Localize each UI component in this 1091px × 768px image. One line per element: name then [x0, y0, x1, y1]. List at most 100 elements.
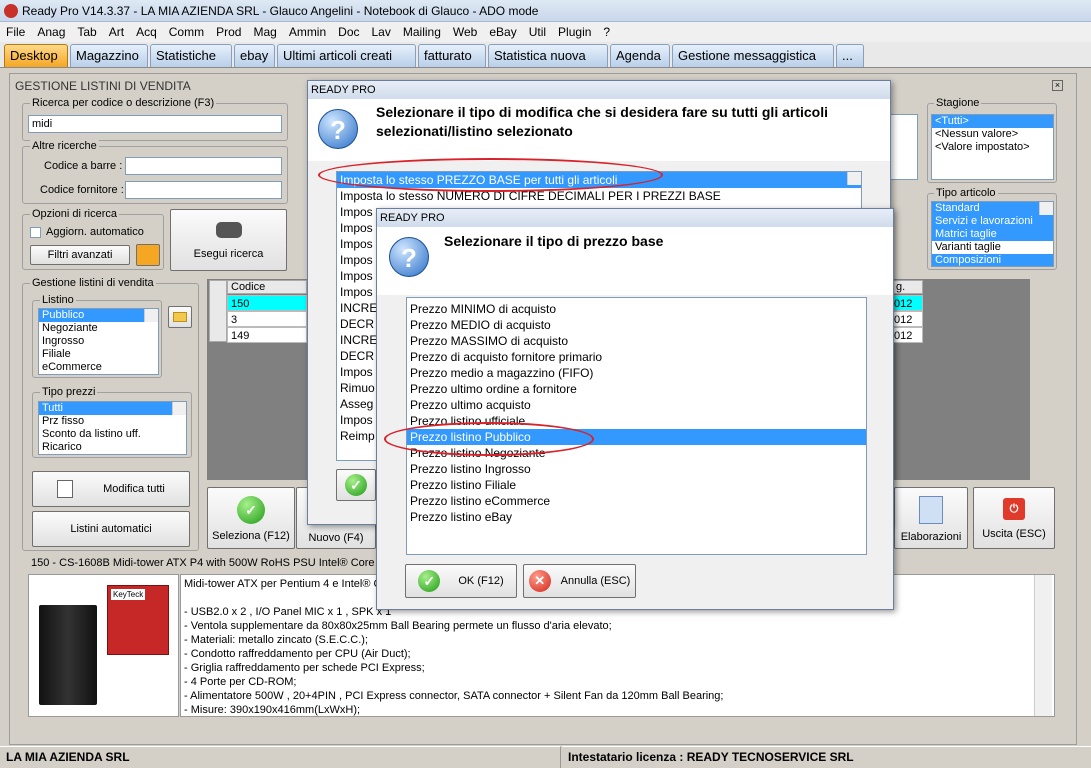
menu-item[interactable]: Plugin: [552, 22, 597, 42]
search-button-label: Esegui ricerca: [193, 248, 264, 260]
list-item[interactable]: <Nessun valore>: [932, 128, 1053, 141]
list-item[interactable]: <Tutti>: [932, 115, 1053, 128]
list-item[interactable]: Imposta lo stesso NUMERO DI CIFRE DECIMA…: [337, 188, 861, 204]
menu-item[interactable]: ?: [597, 22, 616, 42]
list-item[interactable]: Filiale: [39, 348, 158, 361]
tab-item[interactable]: Gestione messaggistica: [672, 44, 834, 67]
elaborations-button[interactable]: Elaborazioni: [894, 487, 968, 549]
tab-item[interactable]: Desktop: [4, 44, 68, 67]
menu-item[interactable]: Lav: [366, 22, 397, 42]
price-lists-legend: Gestione listini di vendita: [30, 277, 156, 289]
other-search-legend: Altre ricerche: [30, 140, 99, 152]
list-item[interactable]: Prz fisso: [39, 415, 186, 428]
list-item[interactable]: Prezzo ultimo acquisto: [407, 397, 866, 413]
tab-item[interactable]: fatturato: [418, 44, 486, 67]
list-item[interactable]: Prezzo ultimo ordine a fornitore: [407, 381, 866, 397]
tab-item[interactable]: Statistica nuova: [488, 44, 608, 67]
article-type-list[interactable]: Standard Servizi e lavorazioni Matrici tag…: [931, 201, 1054, 267]
list-item[interactable]: Matrici taglie: [932, 228, 1053, 241]
season-list[interactable]: <Tutti> <Nessun valore> <Valore impostato>: [931, 114, 1054, 180]
folder-button[interactable]: [168, 306, 192, 328]
list-item[interactable]: Prezzo listino eCommerce: [407, 493, 866, 509]
menu-item[interactable]: Web: [447, 22, 483, 42]
description-line: - Ventola supplementare da 80x80x25mm Ba…: [184, 620, 612, 632]
dialog1-question: Selezionare il tipo di modifica che si d…: [376, 104, 828, 139]
list-item[interactable]: Prezzo MINIMO di acquisto: [407, 301, 866, 317]
tab-item[interactable]: Ultimi articoli creati: [277, 44, 416, 67]
table-row[interactable]: 3: [227, 311, 307, 327]
menu-item[interactable]: Mailing: [397, 22, 447, 42]
menu-item[interactable]: File: [0, 22, 31, 42]
list-item[interactable]: Servizi e lavorazioni: [932, 215, 1053, 228]
menu-item[interactable]: Prod: [210, 22, 247, 42]
list-item[interactable]: Prezzo listino Filiale: [407, 477, 866, 493]
description-line: - Materiali: metallo zincato (S.E.C.C.);: [184, 634, 368, 646]
search-button[interactable]: Esegui ricerca: [170, 209, 287, 271]
list-item[interactable]: Prezzo MEDIO di acquisto: [407, 317, 866, 333]
table-row[interactable]: 149: [227, 327, 307, 343]
list-scrollbar[interactable]: [1039, 202, 1053, 215]
tab-item[interactable]: ebay: [234, 44, 275, 67]
barcode-input[interactable]: [125, 157, 282, 175]
list-scrollbar[interactable]: [172, 402, 186, 415]
list-item[interactable]: Prezzo listino Ingrosso: [407, 461, 866, 477]
menu-item[interactable]: eBay: [483, 22, 522, 42]
tab-item[interactable]: Agenda: [610, 44, 670, 67]
list-scrollbar[interactable]: [847, 172, 861, 185]
select-button[interactable]: ✓ Seleziona (F12): [207, 487, 295, 549]
modify-all-button[interactable]: Modifica tutti: [32, 471, 190, 507]
list-item[interactable]: Prezzo medio a magazzino (FIFO): [407, 365, 866, 381]
list-item[interactable]: Composizioni: [932, 254, 1053, 266]
list-scrollbar[interactable]: [144, 309, 158, 322]
menu-item[interactable]: Tab: [71, 22, 102, 42]
dialog2-question: Selezionare il tipo di prezzo base: [444, 233, 664, 249]
list-item[interactable]: Prezzo listino eBay: [407, 509, 866, 525]
table-row[interactable]: 150: [227, 295, 307, 311]
list-item[interactable]: Prezzo di acquisto fornitore primario: [407, 349, 866, 365]
barcode-label: Codice a barre :: [44, 160, 123, 172]
auto-lists-button[interactable]: Listini automatici: [32, 511, 190, 547]
description-scrollbar[interactable]: [1034, 575, 1052, 716]
auto-update-checkbox[interactable]: [30, 227, 41, 238]
list-item[interactable]: Sconto da listino uff.: [39, 428, 186, 441]
tab-item[interactable]: Magazzino: [70, 44, 148, 67]
price-type-list[interactable]: Tutti Prz fisso Sconto da listino uff. Rica…: [38, 401, 187, 455]
select-button-label: Seleziona (F12): [212, 530, 290, 542]
dialog2-cancel-button[interactable]: ✕ Annulla (ESC): [523, 564, 636, 598]
ok-check-icon: ✓: [418, 570, 441, 593]
dialog1-ok-check-icon: ✓: [345, 474, 367, 496]
list-item[interactable]: Ingrosso: [39, 335, 158, 348]
list-item[interactable]: Prezzo MASSIMO di acquisto: [407, 333, 866, 349]
list-item[interactable]: Tutti: [39, 402, 186, 415]
advanced-filters-button[interactable]: Filtri avanzati: [30, 245, 130, 265]
close-icon[interactable]: ×: [1052, 80, 1063, 91]
menu-item[interactable]: Util: [523, 22, 552, 42]
tab-item[interactable]: ...: [836, 44, 864, 67]
menu-item[interactable]: Acq: [130, 22, 163, 42]
list-item[interactable]: Negoziante: [39, 322, 158, 335]
search-input[interactable]: midi: [28, 115, 282, 133]
menu-item[interactable]: Mag: [247, 22, 282, 42]
menu-item[interactable]: Doc: [332, 22, 365, 42]
list-item[interactable]: <Valore impostato>: [932, 141, 1053, 154]
dialog2-ok-button[interactable]: ✓ OK (F12): [405, 564, 517, 598]
list-item[interactable]: Ricarico: [39, 441, 186, 454]
menu-item[interactable]: Comm: [163, 22, 210, 42]
menu-item[interactable]: Ammin: [283, 22, 332, 42]
price-type-legend: Tipo prezzi: [40, 386, 98, 398]
list-item[interactable]: Standard: [932, 202, 1053, 215]
list-item[interactable]: Varianti taglie: [932, 241, 1053, 254]
menu-item[interactable]: Anag: [31, 22, 71, 42]
list-item[interactable]: Pubblico: [39, 309, 158, 322]
exit-button[interactable]: ⏻ Uscita (ESC): [973, 487, 1055, 549]
advanced-filters-arrow-button[interactable]: [136, 244, 160, 266]
tab-item[interactable]: Statistiche: [150, 44, 232, 67]
search-options-legend: Opzioni di ricerca: [30, 208, 119, 220]
supplier-code-input[interactable]: [125, 181, 282, 199]
menu-item[interactable]: Art: [103, 22, 130, 42]
elaborations-button-label: Elaborazioni: [900, 531, 962, 543]
listino-list[interactable]: Pubblico Negoziante Ingrosso Filiale eCommer…: [38, 308, 159, 375]
list-item[interactable]: eCommerce: [39, 361, 158, 374]
auto-update-label: Aggiorn. automatico: [46, 226, 144, 238]
dialog1-ok-button[interactable]: ✓: [336, 469, 376, 501]
